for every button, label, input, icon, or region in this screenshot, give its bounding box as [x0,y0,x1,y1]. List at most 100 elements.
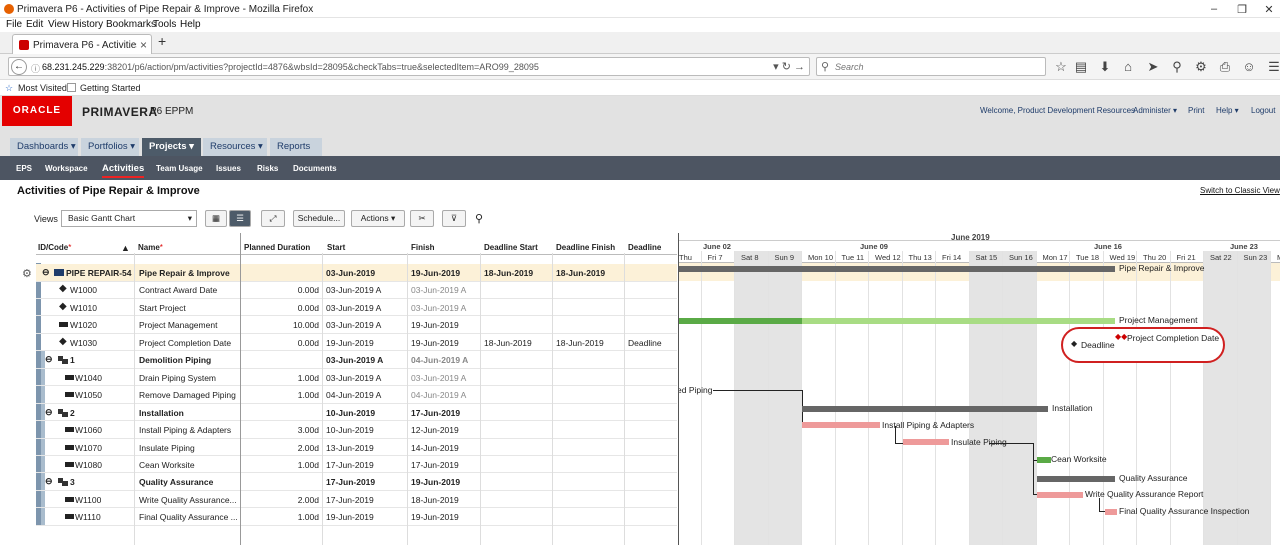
url-bar[interactable]: ← ⓘ 68.231.245.229:38201/p6/action/pm/ac… [8,57,810,76]
expand-icon[interactable]: ⤢ [261,210,285,227]
subtab-risks[interactable]: Risks [257,164,278,173]
subtab-workspace[interactable]: Workspace [45,164,88,173]
close-tab-icon[interactable]: × [140,38,147,52]
project-summary-bar[interactable] [679,266,1115,272]
table-row[interactable]: ⊖ PIPE REPAIR-54 Pipe Repair & Improve 03-J… [36,264,677,282]
col-planned-duration[interactable]: Planned Duration [244,243,310,252]
help-menu[interactable]: Help ▾ [1216,106,1239,115]
back-icon[interactable]: ← [11,59,27,75]
write-qa-bar[interactable] [1037,492,1083,498]
pm-remaining-bar[interactable] [802,318,1115,324]
print-link[interactable]: Print [1188,106,1204,115]
final-qa-bar[interactable] [1105,509,1117,515]
tab-dashboards[interactable]: Dashboards ▾ [10,138,78,156]
close-window-icon[interactable]: ✕ [1261,3,1277,16]
tools-icon[interactable]: ✂ [410,210,434,227]
tab-reports[interactable]: Reports [270,138,322,156]
tab-resources[interactable]: Resources ▾ [203,138,267,156]
col-finish[interactable]: Finish [411,243,435,252]
day-label: Fri 21 [1176,253,1196,262]
print-icon[interactable]: ⎙ [1217,59,1233,75]
collapse-icon[interactable]: ⊖ [45,354,53,365]
table-row[interactable]: ⊖ 3 Quality Assurance 17-Jun-2019 19-Jun-201… [36,473,677,491]
table-row[interactable]: ◆ W1030 Project Completion Date 0.00d 19-Jun… [36,334,677,352]
switch-classic-view-link[interactable]: Switch to Classic View [1200,186,1280,195]
menu-bookmarks[interactable]: Bookmarks [106,19,156,30]
subtab-team-usage[interactable]: Team Usage [156,164,203,173]
table-row[interactable]: W1080 Cean Worksite 1.00d 17-Jun-2019 17-Jun… [36,456,677,474]
logout-link[interactable]: Logout [1251,106,1275,115]
collapse-icon[interactable]: ⊖ [45,476,53,487]
installation-summary-bar[interactable] [802,406,1048,412]
table-row[interactable]: W1050 Remove Damaged Piping 1.00d 04-Jun-20… [36,386,677,404]
tab-projects[interactable]: Projects ▾ [142,138,201,156]
reload-icon[interactable]: ▾ ↻ → [773,60,805,73]
home-icon[interactable]: ⌂ [1120,59,1136,74]
bookmark-star-icon[interactable]: ☆ [1053,59,1069,75]
table-row[interactable]: W1100 Write Quality Assurance... 2.00d 17-J… [36,491,677,509]
col-name[interactable]: Name* [138,243,163,252]
table-row[interactable]: W1110 Final Quality Assurance ... 1.00d 19-… [36,508,677,526]
pm-actual-bar[interactable] [679,318,802,324]
task-icon [65,514,74,520]
gantt-view-icon[interactable]: ☰ [229,210,251,227]
sort-ascending-icon[interactable]: ▲ [121,243,130,253]
welcome-text: Welcome, Product Development Resources [980,106,1136,115]
menu-view[interactable]: View [48,19,70,30]
collapse-icon[interactable]: ⊖ [45,407,53,418]
subtab-documents[interactable]: Documents [293,164,337,173]
table-row[interactable]: W1020 Project Management 10.00d 03-Jun-2019… [36,316,677,334]
menu-history[interactable]: History [72,19,103,30]
search-icon[interactable]: ⚲ [475,212,483,225]
col-start[interactable]: Start [327,243,345,252]
table-row[interactable]: W1060 Install Piping & Adapters 3.00d 10-Ju… [36,421,677,439]
subtab-issues[interactable]: Issues [216,164,241,173]
tab-portfolios[interactable]: Portfolios ▾ [81,138,139,156]
minimize-icon[interactable]: – [1206,3,1222,15]
hamburger-menu-icon[interactable]: ☰ [1266,59,1280,75]
clean-bar[interactable] [1037,457,1051,463]
col-deadline-finish[interactable]: Deadline Finish [556,243,615,252]
send-icon[interactable]: ➤ [1145,59,1161,75]
gear-icon[interactable]: ⚙ [22,267,32,280]
install-bar[interactable] [802,422,880,428]
bookmark-getting-started[interactable]: Getting Started [80,83,141,93]
reading-list-icon[interactable]: ▤ [1073,59,1089,75]
insulate-bar[interactable] [903,439,949,445]
download-icon[interactable]: ⬇ [1097,59,1113,75]
bookmark-most-visited[interactable]: Most Visited [18,83,67,93]
schedule-button[interactable]: Schedule... [293,210,345,227]
qa-summary-bar[interactable] [1037,476,1115,482]
new-tab-icon[interactable]: + [158,33,166,49]
menu-file[interactable]: File [6,19,22,30]
view-select[interactable]: Basic Gantt Chart ▾ [61,210,197,227]
col-deadline-start[interactable]: Deadline Start [484,243,538,252]
subtab-eps[interactable]: EPS [16,164,32,173]
settings-gear-icon[interactable]: ⚙ [1193,59,1209,75]
table-row[interactable]: ⊖ 1 Demolition Piping 03-Jun-2019 A 04-Jun-2… [36,351,677,369]
menu-tools[interactable]: Tools [153,19,176,30]
actions-button[interactable]: Actions ▾ [351,210,405,227]
table-view-icon[interactable]: ▦ [205,210,227,227]
info-icon[interactable]: ⓘ [31,62,40,75]
col-deadline[interactable]: Deadline [628,243,661,252]
filter-icon[interactable]: ⊽ [442,210,466,227]
table-row[interactable]: ◆ W1000 Contract Award Date 0.00d 03-Jun-201… [36,281,677,299]
table-row[interactable]: W1070 Insulate Piping 2.00d 13-Jun-2019 14-J… [36,439,677,456]
subtab-activities[interactable]: Activities [102,163,145,178]
collapse-icon[interactable]: ⊖ [42,267,50,278]
col-id[interactable]: ID/Code* [38,243,71,252]
dependency-line [1033,460,1034,494]
menu-edit[interactable]: Edit [26,19,43,30]
maximize-icon[interactable]: ❐ [1234,3,1250,16]
chat-icon[interactable]: ☺ [1241,59,1257,74]
table-row[interactable]: ⊖ 2 Installation 10-Jun-2019 17-Jun-2019 [36,404,677,422]
find-icon[interactable]: ⚲ [1169,59,1185,75]
administer-menu[interactable]: Administer ▾ [1133,106,1177,115]
search-box[interactable]: ⚲ [816,57,1046,76]
table-row[interactable]: ◆ W1010 Start Project 0.00d 03-Jun-2019 A 03-… [36,299,677,317]
table-row[interactable]: W1040 Drain Piping System 1.00d 03-Jun-2019… [36,369,677,387]
menu-help[interactable]: Help [180,19,201,30]
search-input[interactable] [835,60,1035,73]
browser-tab[interactable]: Primavera P6 - Activities of... × [12,34,152,55]
